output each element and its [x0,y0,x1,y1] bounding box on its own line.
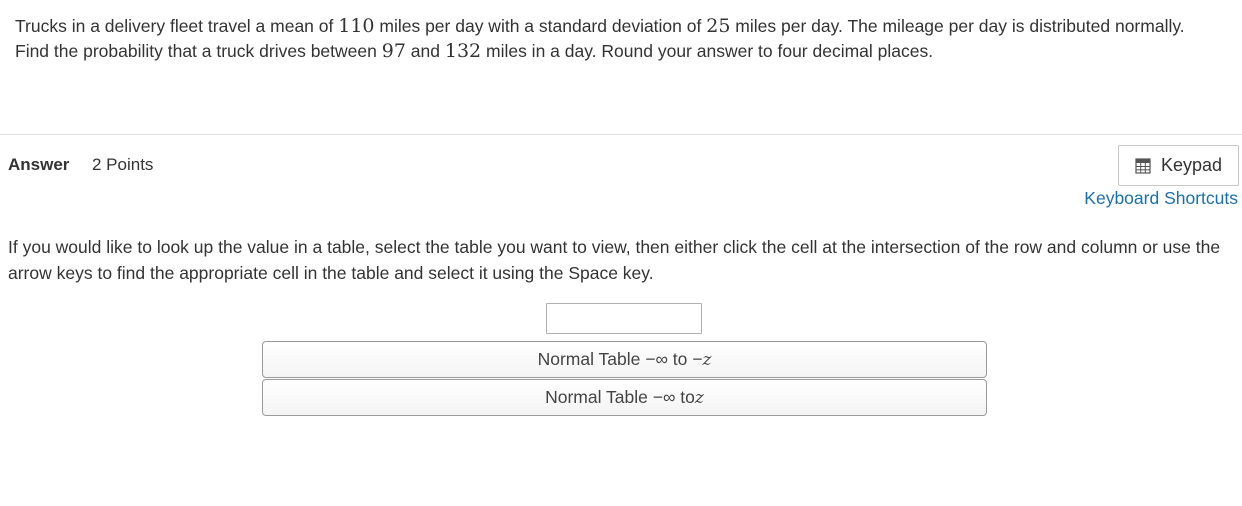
table-button-label: Normal Table −∞ to − [537,349,703,369]
table-button-label: Normal Table −∞ to [545,387,695,407]
low-value: 97 [381,40,406,62]
z-symbol: z [694,387,704,408]
keypad-button[interactable]: Keypad [1118,145,1239,186]
mean-value: 110 [338,15,375,37]
keyboard-shortcuts-link[interactable]: Keyboard Shortcuts [1084,188,1238,209]
points-label: 2 Points [92,155,154,174]
question-part: and [405,41,445,61]
question-text: Trucks in a delivery fleet travel a mean… [15,14,1215,64]
normal-table-neg-z-button[interactable]: Normal Table −∞ to − z [262,341,987,378]
question-part: miles per day with a standard deviation … [374,16,707,36]
answer-label: Answer [8,155,70,174]
table-instructions: If you would like to look up the value i… [8,237,1221,283]
high-value: 132 [444,40,482,62]
calculator-icon [1135,157,1151,174]
keypad-label: Keypad [1160,155,1223,175]
question-part: Trucks in a delivery fleet travel a mean… [15,16,339,36]
sd-value: 25 [706,15,731,37]
z-symbol: z [702,349,712,370]
normal-table-pos-z-button[interactable]: Normal Table −∞ to z [262,379,987,416]
section-divider [0,134,1242,135]
answer-input[interactable] [546,303,702,334]
question-part: miles in a day. Round your answer to fou… [481,41,934,61]
